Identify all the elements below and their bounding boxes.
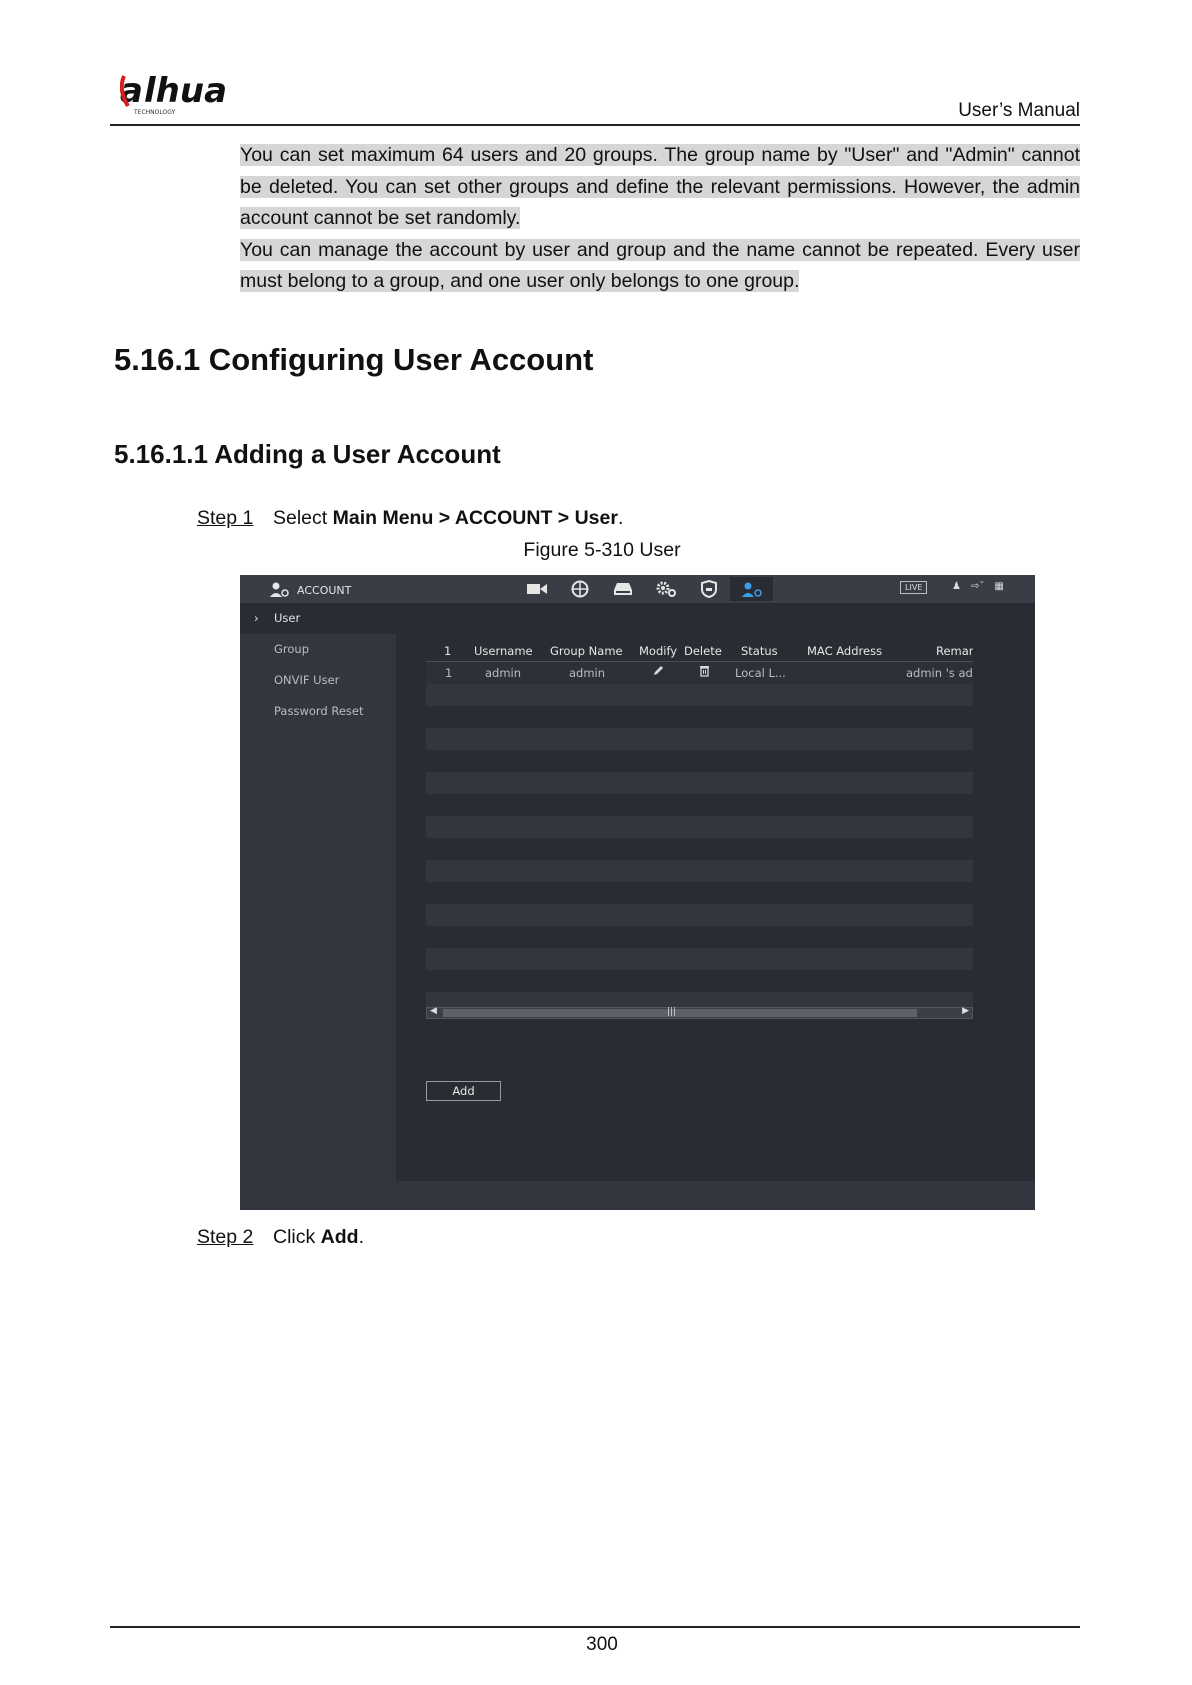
sidebar-item-label: ONVIF User bbox=[274, 673, 340, 687]
table-row-empty bbox=[426, 750, 973, 772]
table-row-empty bbox=[426, 816, 973, 838]
svg-text:TECHNOLOGY: TECHNOLOGY bbox=[133, 109, 176, 116]
sidebar-item-group[interactable]: Group bbox=[240, 634, 396, 665]
note-text: You can set maximum 64 users and 20 grou… bbox=[240, 144, 1080, 229]
step-text: Select bbox=[273, 507, 333, 529]
header-rule bbox=[110, 124, 1080, 126]
cell-index: 1 bbox=[445, 666, 453, 680]
step-bold-text: Add bbox=[320, 1226, 359, 1248]
sidebar-item-password-reset[interactable]: Password Reset bbox=[240, 696, 396, 727]
note-text: You can manage the account by user and g… bbox=[240, 238, 1080, 292]
logout-icon[interactable]: ⇨ˇ bbox=[971, 581, 984, 592]
step-bold-text: Main Menu > ACCOUNT > User bbox=[332, 507, 618, 529]
trash-delete-icon[interactable] bbox=[699, 665, 710, 680]
bottom-bar bbox=[396, 1181, 1035, 1210]
security-shield-icon[interactable] bbox=[687, 577, 730, 601]
sidebar-item-label: Password Reset bbox=[274, 704, 364, 718]
step-1: Step 1 Select Main Menu > ACCOUNT > User. bbox=[197, 507, 623, 530]
step-text: Click bbox=[273, 1226, 321, 1248]
qr-code-icon[interactable]: ▦ bbox=[994, 581, 1003, 592]
chevron-right-icon: › bbox=[254, 611, 259, 625]
scroll-right-arrow-icon[interactable]: ▶ bbox=[962, 1006, 969, 1016]
pencil-edit-icon[interactable] bbox=[652, 665, 664, 680]
network-icon[interactable] bbox=[558, 577, 601, 601]
table-row-empty bbox=[426, 706, 973, 728]
step-text-end: . bbox=[617, 507, 624, 529]
scrollbar-grip-icon: ||| bbox=[667, 1007, 677, 1017]
subsection-title: 5.16.1.1 Adding a User Account bbox=[114, 439, 501, 469]
system-gear-icon[interactable] bbox=[644, 577, 687, 601]
table-row-empty bbox=[426, 684, 973, 706]
table-row-empty bbox=[426, 860, 973, 882]
account-screen: ACCOUNT LIVE ♟ ⇨ˇ ▦ › User Group ONVIF U… bbox=[240, 575, 1035, 1210]
table-row-empty bbox=[426, 838, 973, 860]
page-number: 300 bbox=[586, 1634, 618, 1655]
dahua-logo: a lhua TECHNOLOGY bbox=[119, 70, 260, 122]
note-paragraph: You can set maximum 64 users and 20 grou… bbox=[240, 140, 1080, 235]
table-row-empty bbox=[426, 772, 973, 794]
table-row[interactable]: 1 admin admin Local L... admin 's ad bbox=[426, 662, 973, 684]
step-label: Step 2 bbox=[197, 1226, 254, 1248]
sidebar-item-user[interactable]: › User bbox=[240, 603, 396, 634]
step-text-end: . bbox=[358, 1226, 364, 1248]
table-row-empty bbox=[426, 970, 973, 992]
table-row-empty bbox=[426, 794, 973, 816]
section-title: 5.16.1 Configuring User Account bbox=[114, 342, 594, 377]
svg-text:lhua: lhua bbox=[144, 71, 227, 111]
add-button[interactable]: Add bbox=[426, 1081, 501, 1101]
col-header-status: Status bbox=[741, 644, 778, 658]
camera-icon[interactable] bbox=[515, 577, 558, 601]
sidebar: › User Group ONVIF User Password Reset bbox=[240, 603, 396, 1210]
table-row-empty bbox=[426, 728, 973, 750]
live-button[interactable]: LIVE bbox=[900, 581, 928, 594]
account-title: ACCOUNT bbox=[270, 581, 351, 600]
cell-remark: admin 's ad bbox=[906, 666, 973, 680]
col-header-group-name: Group Name bbox=[550, 644, 623, 658]
note-paragraph: You can manage the account by user and g… bbox=[240, 235, 1080, 298]
col-header-mac-address: MAC Address bbox=[807, 644, 883, 658]
cell-group-name: admin bbox=[569, 666, 606, 680]
user-icon[interactable]: ♟ bbox=[952, 581, 961, 592]
sidebar-item-label: User bbox=[274, 611, 301, 625]
scrollbar-thumb[interactable] bbox=[443, 1009, 917, 1017]
top-right-controls: ♟ ⇨ˇ ▦ bbox=[952, 581, 1004, 592]
account-nav-icon[interactable] bbox=[730, 577, 773, 601]
figure-caption: Figure 5-310 User bbox=[523, 539, 681, 561]
account-icon bbox=[270, 581, 290, 600]
account-title-label: ACCOUNT bbox=[297, 584, 352, 597]
main-nav-icons bbox=[515, 577, 773, 601]
user-table: 1 Username Group Name Modify Delete Stat… bbox=[426, 640, 973, 1016]
storage-icon[interactable] bbox=[601, 577, 644, 601]
step-label: Step 1 bbox=[197, 507, 254, 529]
sidebar-item-label: Group bbox=[274, 642, 310, 656]
sidebar-item-onvif-user[interactable]: ONVIF User bbox=[240, 665, 396, 696]
top-bar: ACCOUNT LIVE ♟ ⇨ˇ ▦ bbox=[240, 575, 1035, 603]
footer-rule bbox=[110, 1626, 1080, 1628]
table-row-empty bbox=[426, 948, 973, 970]
note-block: You can set maximum 64 users and 20 grou… bbox=[240, 140, 1080, 298]
horizontal-scrollbar[interactable]: ◀ ||| ▶ bbox=[426, 1006, 973, 1019]
scroll-left-arrow-icon[interactable]: ◀ bbox=[430, 1006, 437, 1016]
table-row-empty bbox=[426, 882, 973, 904]
cell-username: admin bbox=[485, 666, 522, 680]
col-header-modify: Modify bbox=[639, 644, 678, 658]
col-header-username: Username bbox=[474, 644, 533, 658]
cell-status: Local L... bbox=[735, 666, 786, 680]
col-header-delete: Delete bbox=[684, 644, 722, 658]
table-row-empty bbox=[426, 926, 973, 948]
col-header-remark: Remar bbox=[936, 644, 973, 658]
table-row-empty bbox=[426, 904, 973, 926]
table-header: 1 Username Group Name Modify Delete Stat… bbox=[426, 640, 973, 662]
step-2: Step 2 Click Add. bbox=[197, 1226, 364, 1249]
col-header-index: 1 bbox=[444, 644, 452, 658]
manual-title: User’s Manual bbox=[958, 100, 1080, 121]
